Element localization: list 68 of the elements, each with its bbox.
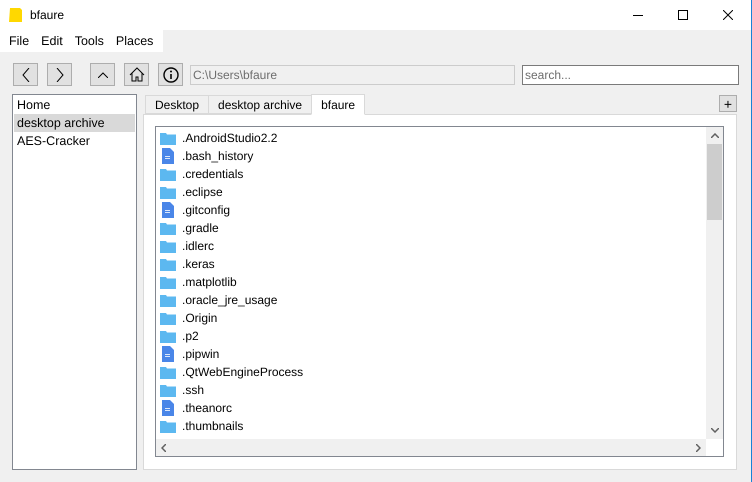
forward-icon [56, 68, 64, 82]
menu-item[interactable]: Edit [35, 32, 69, 50]
file-name[interactable]: .keras [182, 255, 215, 273]
search-field[interactable]: search... [522, 64, 739, 84]
app-icon [8, 7, 24, 23]
file-name[interactable]: .pipwin [182, 345, 220, 363]
tab[interactable]: bfaure [311, 94, 366, 115]
menu-item[interactable]: Places [110, 32, 160, 50]
scroll-up-icon[interactable] [710, 133, 718, 138]
folder-icon [160, 312, 176, 324]
back-button[interactable] [13, 63, 38, 86]
scroll-down-icon[interactable] [710, 428, 718, 433]
scroll-thumb[interactable] [707, 144, 722, 220]
home-button[interactable] [124, 63, 149, 86]
folder-icon [160, 258, 176, 270]
file-name[interactable]: .eclipse [182, 183, 223, 201]
horizontal-scrollbar[interactable] [156, 439, 706, 456]
file-name[interactable]: .QtWebEngineProcess [182, 363, 304, 381]
folder-icon [160, 240, 176, 252]
file-name[interactable]: .p2 [182, 327, 199, 345]
scroll-left-icon[interactable] [161, 444, 166, 452]
folder-icon [160, 276, 176, 288]
up-button[interactable] [90, 63, 115, 86]
file-name[interactable]: .oracle_jre_usage [182, 291, 278, 309]
folder-icon [160, 294, 176, 306]
folder-icon [160, 222, 176, 234]
document-icon [162, 148, 174, 164]
file-name[interactable]: .theanorc [182, 399, 232, 417]
file-name[interactable]: .thumbnails [182, 417, 244, 435]
document-icon [162, 400, 174, 416]
info-icon [162, 66, 178, 82]
file-name[interactable]: .ssh [182, 381, 204, 399]
file-name[interactable]: .Origin [182, 309, 218, 327]
tab[interactable]: Desktop [145, 95, 208, 114]
info-button[interactable] [158, 63, 183, 86]
folder-icon [160, 132, 176, 144]
folder-icon [160, 384, 176, 396]
window-title: bfaure [30, 7, 64, 24]
place-item[interactable]: Home [14, 96, 135, 114]
home-icon [128, 67, 144, 82]
up-icon [98, 72, 108, 78]
file-name[interactable]: .AndroidStudio2.2 [182, 129, 278, 147]
forward-button[interactable] [47, 63, 72, 86]
folder-icon [160, 186, 176, 198]
vertical-scrollbar[interactable] [706, 127, 723, 439]
maximize-icon[interactable] [678, 10, 688, 20]
file-name[interactable]: .matplotlib [182, 273, 237, 291]
folder-icon [160, 330, 176, 342]
folder-icon [160, 168, 176, 180]
folder-icon [160, 366, 176, 378]
path-field[interactable]: C:\Users\bfaure [190, 64, 515, 84]
document-icon [162, 202, 174, 218]
scroll-right-icon[interactable] [696, 444, 701, 452]
new-tab-button[interactable]: + [719, 95, 737, 112]
close-icon[interactable] [723, 10, 733, 20]
folder-icon [160, 420, 176, 432]
file-name[interactable]: .gitconfig [182, 201, 230, 219]
document-icon [162, 346, 174, 362]
file-name[interactable]: .credentials [182, 165, 244, 183]
file-name[interactable]: .bash_history [182, 147, 254, 165]
back-icon [22, 68, 30, 82]
file-name[interactable]: .idlerc [182, 237, 214, 255]
place-item[interactable]: desktop archive [14, 114, 135, 132]
menu-item[interactable]: Tools [68, 32, 110, 50]
file-name[interactable]: .gradle [182, 219, 219, 237]
menu-item[interactable]: File [3, 32, 36, 50]
tab[interactable]: desktop archive [208, 95, 312, 114]
place-item[interactable]: AES-Cracker [14, 132, 135, 150]
